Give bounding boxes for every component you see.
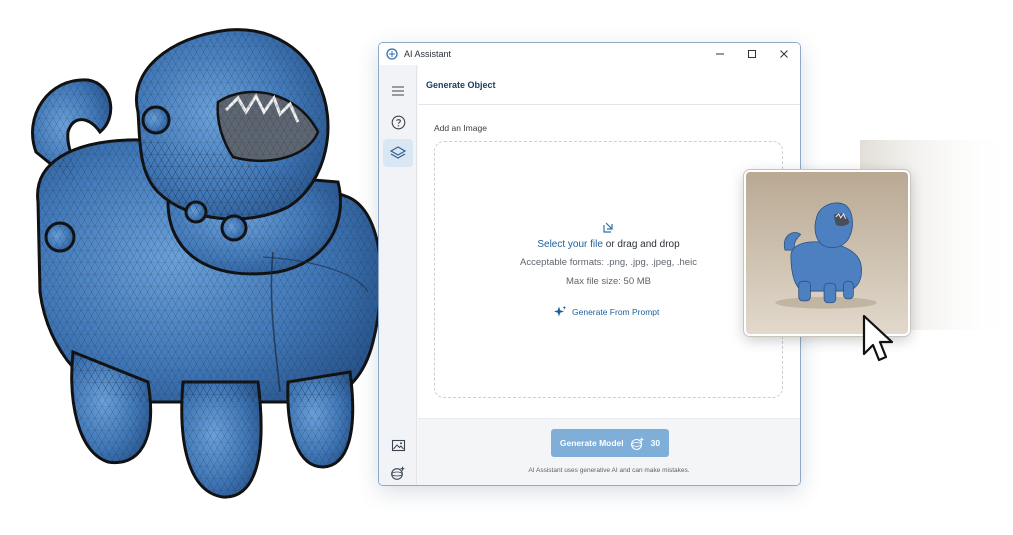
help-circle-icon [391, 115, 405, 129]
accepted-formats: Acceptable formats: .png, .jpg, .jpeg, .… [520, 257, 697, 268]
sparkle-sphere-icon [630, 436, 644, 450]
window-title: AI Assistant [404, 49, 452, 59]
image-dropzone[interactable]: Select your file or drag and drop Accept… [434, 141, 783, 398]
add-image-label: Add an Image [434, 123, 487, 133]
minimize-icon [716, 53, 724, 55]
sparkle-sphere-icon [391, 466, 405, 480]
layers-icon [389, 146, 407, 159]
3d-mesh-object [31, 28, 383, 499]
credit-count: 30 [650, 438, 661, 448]
generate-model-button[interactable]: Generate Model 30 [551, 429, 669, 457]
sidebar-item-gallery[interactable] [383, 431, 413, 459]
generate-from-prompt-label: Generate From Prompt [572, 307, 660, 317]
dropzone-instruction: Select your file or drag and drop [435, 239, 782, 250]
sidebar-item-layers[interactable] [383, 139, 413, 167]
page-title: Generate Object [426, 79, 496, 90]
close-button[interactable] [768, 43, 800, 65]
footer: Generate Model 30 AI Assistant uses gene… [418, 418, 800, 485]
main-content: Generate Object Add an Image Select your… [418, 65, 800, 485]
close-icon [780, 50, 788, 58]
stage: AI Assistant Generate Object Add an Imag… [0, 0, 1013, 535]
drag-drop-text: or drag and drop [602, 239, 680, 250]
generate-from-prompt-link[interactable]: Generate From Prompt [553, 305, 659, 319]
ai-assistant-window: AI Assistant Generate Object Add an Imag… [378, 42, 801, 486]
upload-arrow-icon [603, 222, 613, 233]
maximize-button[interactable] [736, 43, 768, 65]
minimize-button[interactable] [704, 43, 736, 65]
page-header: Generate Object [418, 65, 800, 105]
hamburger-icon [392, 86, 404, 96]
app-logo-icon [386, 48, 398, 60]
generate-model-label: Generate Model [559, 438, 624, 448]
image-icon [391, 439, 405, 451]
max-file-size: Max file size: 50 MB [566, 276, 651, 287]
maximize-icon [748, 50, 756, 58]
sidebar [379, 65, 417, 485]
sidebar-item-help[interactable] [383, 108, 413, 136]
select-file-link[interactable]: Select your file [537, 239, 603, 250]
sidebar-item-menu[interactable] [383, 77, 413, 105]
sparkle-icon [554, 305, 567, 317]
sidebar-item-generate[interactable] [383, 459, 413, 485]
ai-disclaimer: AI Assistant uses generative AI and can … [528, 467, 690, 474]
title-bar: AI Assistant [379, 43, 800, 65]
mouse-pointer-icon [862, 314, 894, 362]
